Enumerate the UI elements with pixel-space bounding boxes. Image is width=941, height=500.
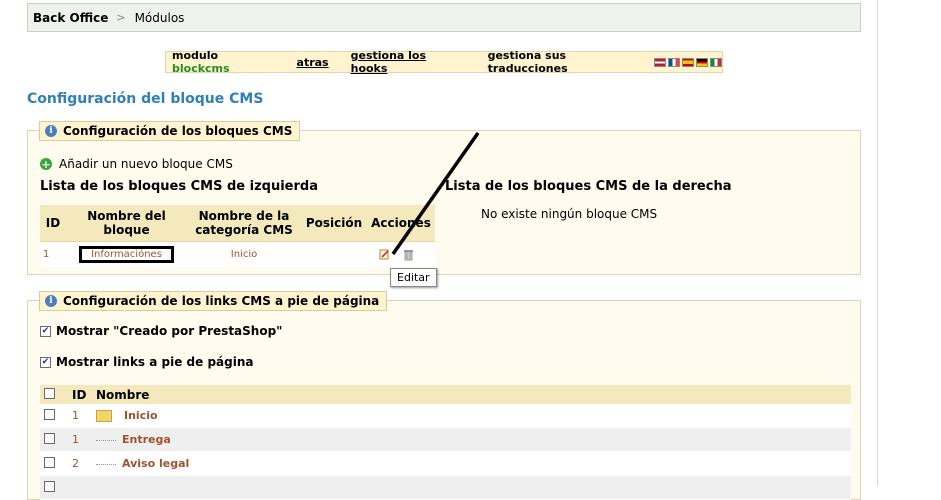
footer-links-table: ID Nombre 1 Inicio 1 Entrega 2 Aviso leg…: [40, 385, 851, 500]
left-blocks-table: ID Nombre del bloque Nombre de la catego…: [40, 205, 435, 267]
row-block-name[interactable]: Informaciónes: [79, 246, 174, 263]
info-icon: i: [45, 295, 57, 307]
row-position: [301, 241, 367, 267]
checkbox-icon[interactable]: [40, 356, 51, 368]
option-created-by: Mostrar "Creado por PrestaShop": [40, 324, 282, 338]
add-block-link[interactable]: + Añadir un nuevo bloque CMS: [40, 157, 233, 171]
right-blocks-title: Lista de los bloques CMS de la derecha: [445, 179, 732, 194]
tree-connector: [96, 463, 116, 465]
flag-es-icon[interactable]: [682, 57, 694, 67]
row-checkbox[interactable]: [44, 480, 55, 492]
flag-it-icon[interactable]: [710, 57, 722, 67]
tree-connector: [96, 439, 116, 441]
breadcrumb-current: Módulos: [134, 10, 185, 25]
row-name[interactable]: Aviso legal: [122, 457, 189, 470]
row-id: 1: [68, 427, 92, 452]
row-name-cell: Aviso legal: [92, 451, 851, 476]
translations-label: gestiona sus traducciones: [487, 49, 568, 75]
checkbox-icon[interactable]: [40, 325, 51, 337]
blocks-legend-text: Configuración de los bloques CMS: [63, 124, 293, 138]
manage-hooks-link[interactable]: gestiona los hooks: [351, 49, 465, 75]
table-row: 1 Inicio: [40, 404, 851, 428]
row-checkbox-cell: [40, 475, 68, 500]
row-id: [68, 475, 92, 500]
back-link[interactable]: atras: [297, 56, 329, 69]
table-row: 1 Entrega: [40, 427, 851, 452]
row-name[interactable]: Inicio: [124, 409, 158, 422]
row-name-cell: [92, 475, 851, 500]
table-row: 2 Aviso legal: [40, 451, 851, 476]
language-flags: [654, 57, 722, 67]
row-id: 2: [68, 451, 92, 476]
flag-fr-icon[interactable]: [668, 57, 680, 67]
folder-icon: [96, 410, 112, 422]
page-gutter: [877, 0, 941, 486]
module-name: blockcms: [172, 62, 230, 75]
row-name[interactable]: Entrega: [122, 433, 171, 446]
info-icon: i: [45, 125, 57, 137]
module-toolbar: modulo blockcms atras gestiona los hooks…: [165, 49, 723, 75]
row-name-cell: Entrega: [92, 427, 851, 452]
col-category: Nombre de la categoría CMS: [187, 205, 301, 242]
edit-icon[interactable]: [379, 249, 390, 260]
chevron-right-icon: >: [116, 11, 126, 24]
table-header-row: ID Nombre: [40, 385, 851, 404]
row-checkbox[interactable]: [44, 408, 55, 420]
row-checkbox-cell: [40, 451, 68, 476]
col-id: ID: [40, 205, 66, 242]
row-id: 1: [68, 404, 92, 428]
left-blocks-title: Lista de los bloques CMS de izquierda: [40, 179, 318, 194]
row-actions: [367, 241, 435, 267]
breadcrumb: Back Office > Módulos: [27, 3, 861, 32]
row-checkbox-cell: [40, 404, 68, 428]
row-checkbox[interactable]: [44, 456, 55, 468]
edit-tooltip: Editar: [390, 268, 437, 287]
row-checkbox[interactable]: [44, 432, 55, 444]
col-block-name: Nombre del bloque: [66, 205, 187, 242]
add-block-label: Añadir un nuevo bloque CMS: [59, 157, 233, 171]
blocks-fieldset: i Configuración de los bloques CMS + Aña…: [27, 121, 861, 275]
select-all-checkbox[interactable]: [44, 387, 55, 399]
row-name-cell: Inicio: [92, 404, 851, 428]
col-name: Nombre: [92, 385, 851, 404]
footer-fieldset: i Configuración de los links CMS a pie d…: [27, 291, 861, 500]
footer-legend: i Configuración de los links CMS a pie d…: [39, 291, 388, 311]
add-icon: +: [40, 157, 52, 171]
table-row: [40, 475, 851, 500]
table-row: 1 Informaciónes Inicio: [40, 241, 435, 267]
col-actions: Acciones: [367, 205, 435, 242]
option-footer-links-label: Mostrar links a pie de página: [56, 355, 254, 369]
option-created-by-label: Mostrar "Creado por PrestaShop": [56, 324, 283, 338]
row-category: Inicio: [187, 241, 301, 267]
row-name-cell: Informaciónes: [66, 241, 187, 267]
footer-legend-text: Configuración de los links CMS a pie de …: [63, 294, 380, 308]
page-title: Configuración del bloque CMS: [27, 91, 264, 107]
breadcrumb-back-office[interactable]: Back Office: [33, 11, 108, 25]
col-position: Posición: [301, 205, 367, 242]
flag-en-icon[interactable]: [654, 57, 666, 67]
row-id: 1: [40, 241, 66, 267]
right-blocks-empty: No existe ningún bloque CMS: [481, 207, 658, 221]
module-label: modulo blockcms: [172, 49, 230, 75]
row-checkbox-cell: [40, 427, 68, 452]
trash-icon[interactable]: [403, 249, 414, 261]
col-id: ID: [68, 385, 92, 404]
table-header-row: ID Nombre del bloque Nombre de la catego…: [40, 205, 435, 242]
blocks-legend: i Configuración de los bloques CMS: [39, 121, 301, 141]
flag-de-icon[interactable]: [696, 57, 708, 67]
option-footer-links: Mostrar links a pie de página: [40, 355, 253, 369]
select-all-cell: [40, 385, 68, 404]
main-content: Back Office > Módulos modulo blockcms at…: [0, 0, 877, 500]
